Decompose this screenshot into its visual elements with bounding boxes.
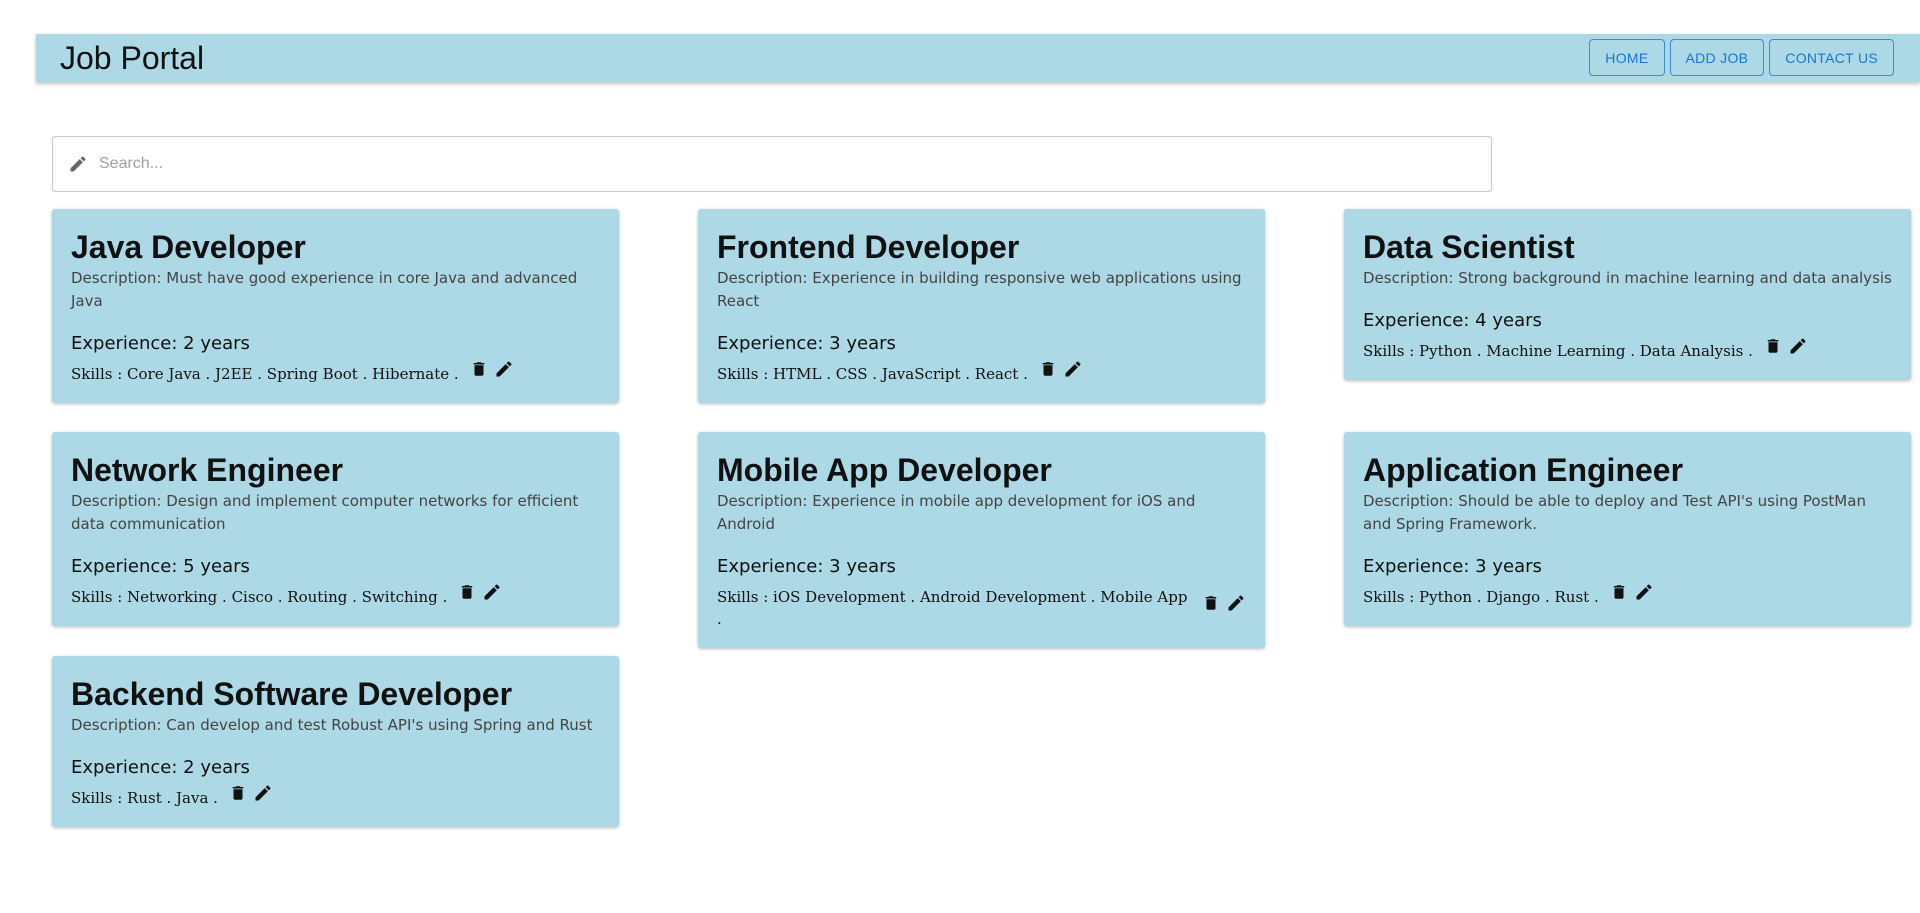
job-skills: Skills : HTML . CSS . JavaScript . React… [717, 365, 1028, 383]
job-skills: Skills : Core Java . J2EE . Spring Boot … [71, 365, 459, 383]
job-experience: Experience: 4 years [1363, 310, 1542, 331]
job-card: Backend Software Developer Description: … [52, 656, 619, 827]
pencil-icon[interactable] [1788, 335, 1808, 357]
job-title: Java Developer [71, 229, 306, 265]
search-input[interactable] [97, 144, 1491, 184]
job-skills: Skills : iOS Development . Android Devel… [717, 588, 1188, 628]
trash-icon[interactable] [469, 358, 489, 380]
job-title: Frontend Developer [717, 229, 1020, 265]
job-skills-row: Skills : Python . Machine Learning . Dat… [1363, 338, 1892, 362]
app-bar: Job Portal HOME ADD JOB CONTACT US [36, 34, 1920, 82]
job-experience: Experience: 2 years [71, 333, 250, 354]
pencil-icon [67, 153, 89, 175]
job-skills-row: Skills : Core Java . J2EE . Spring Boot … [71, 361, 600, 385]
job-skills-row: Skills : Networking . Cisco . Routing . … [71, 584, 600, 608]
pencil-icon[interactable] [1634, 581, 1654, 603]
card-actions [457, 581, 502, 603]
job-card: Frontend Developer Description: Experien… [698, 209, 1265, 403]
pencil-icon[interactable] [1226, 592, 1246, 614]
home-button[interactable]: HOME [1589, 39, 1665, 76]
job-card: Network Engineer Description: Design and… [52, 432, 619, 626]
job-skills-row: Skills : iOS Development . Android Devel… [717, 586, 1246, 630]
card-actions [1609, 581, 1654, 603]
pencil-icon[interactable] [253, 782, 273, 804]
card-actions [228, 782, 273, 804]
job-skills: Skills : Python . Machine Learning . Dat… [1363, 342, 1753, 360]
job-title: Data Scientist [1363, 229, 1575, 265]
job-description: Description: Experience in mobile app de… [717, 492, 1196, 533]
job-skills: Skills : Python . Django . Rust . [1363, 588, 1599, 606]
job-title: Mobile App Developer [717, 452, 1052, 488]
add-job-button[interactable]: ADD JOB [1669, 39, 1765, 76]
job-card: Data Scientist Description: Strong backg… [1344, 209, 1911, 380]
job-title: Network Engineer [71, 452, 344, 488]
job-skills-row: Skills : HTML . CSS . JavaScript . React… [717, 361, 1246, 385]
search-box [52, 136, 1492, 192]
card-actions [469, 358, 514, 380]
job-card: Java Developer Description: Must have go… [52, 209, 619, 403]
job-experience: Experience: 3 years [1363, 556, 1542, 577]
job-skills-row: Skills : Python . Django . Rust . [1363, 584, 1892, 608]
job-description: Description: Should be able to deploy an… [1363, 492, 1866, 533]
trash-icon[interactable] [1763, 335, 1783, 357]
job-experience: Experience: 2 years [71, 757, 250, 778]
job-description: Description: Must have good experience i… [71, 269, 578, 310]
job-description: Description: Strong background in machin… [1363, 269, 1892, 287]
trash-icon[interactable] [1038, 358, 1058, 380]
nav-bar: HOME ADD JOB CONTACT US [1589, 39, 1894, 76]
job-skills: Skills : Rust . Java . [71, 789, 218, 807]
job-card: Mobile App Developer Description: Experi… [698, 432, 1265, 648]
contact-us-button[interactable]: CONTACT US [1769, 39, 1894, 76]
job-skills-row: Skills : Rust . Java . [71, 785, 600, 809]
job-experience: Experience: 3 years [717, 556, 896, 577]
card-actions [1201, 592, 1246, 614]
trash-icon[interactable] [457, 581, 477, 603]
job-description: Description: Can develop and test Robust… [71, 716, 593, 734]
pencil-icon[interactable] [482, 581, 502, 603]
app-title: Job Portal [60, 39, 205, 76]
trash-icon[interactable] [1609, 581, 1629, 603]
pencil-icon[interactable] [1063, 358, 1083, 380]
trash-icon[interactable] [228, 782, 248, 804]
job-title: Application Engineer [1363, 452, 1684, 488]
job-skills: Skills : Networking . Cisco . Routing . … [71, 588, 448, 606]
pencil-icon[interactable] [494, 358, 514, 380]
job-title: Backend Software Developer [71, 676, 513, 712]
job-experience: Experience: 5 years [71, 556, 250, 577]
card-actions [1038, 358, 1083, 380]
trash-icon[interactable] [1201, 592, 1221, 614]
job-description: Description: Experience in building resp… [717, 269, 1242, 310]
card-actions [1763, 335, 1808, 357]
job-card: Application Engineer Description: Should… [1344, 432, 1911, 626]
job-experience: Experience: 3 years [717, 333, 896, 354]
job-description: Description: Design and implement comput… [71, 492, 579, 533]
